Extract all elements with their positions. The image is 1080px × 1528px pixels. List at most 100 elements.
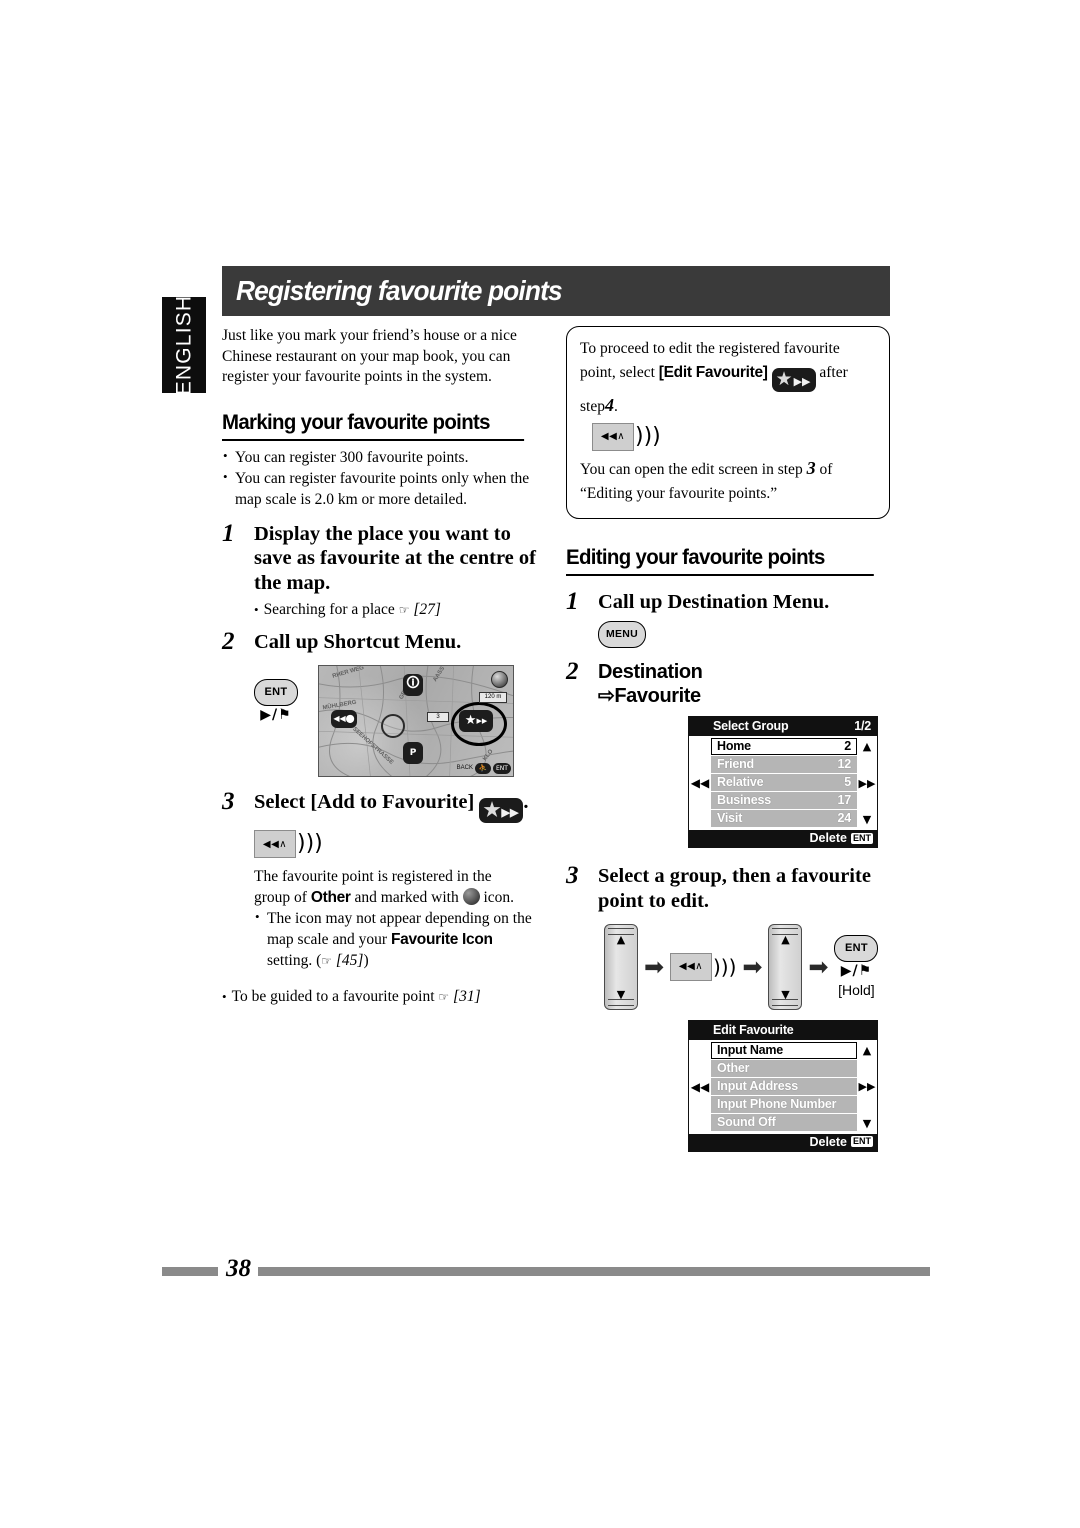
lcd-panel: Edit Favourite ◀◀ Input Name Other Input…	[688, 1019, 878, 1152]
scroll-up-icon[interactable]: ▲	[863, 740, 871, 753]
step2-destination: Destination	[598, 661, 703, 684]
step1-note-text: Searching for a place	[263, 601, 395, 619]
prev-track-key[interactable]: ◀◀∧	[254, 830, 296, 859]
updown-rocker-key-1[interactable]: ▲ ▼	[604, 923, 638, 1010]
map-poi-icon[interactable]: ◀◀⬤	[331, 709, 357, 728]
note-line-4: You can open the edit screen in step 3 o…	[580, 457, 833, 478]
map-ent-icon[interactable]: ENT	[493, 762, 511, 774]
right-arrow-icon: ⇨	[598, 685, 615, 708]
scroll-down-icon[interactable]: ▼	[863, 1117, 871, 1130]
play-flag-icon: ▶/⚑	[260, 706, 292, 723]
lcd-scroll-arrows: ▲ ▶▶ ▼	[857, 1042, 877, 1132]
step3-text-after: .	[523, 790, 529, 813]
trailing-note-text: To be guided to a favourite point	[231, 988, 435, 1006]
list-item[interactable]: Home 2	[711, 738, 857, 756]
editing-step-1: 1 Call up Destination Menu. MENU	[566, 587, 890, 649]
editing-section: Editing your favourite points	[566, 545, 890, 576]
note-line-3: step4.	[580, 394, 618, 415]
star-icon: ★	[775, 368, 793, 390]
list-item[interactable]: Relative 5	[711, 774, 857, 792]
lcd-next-icon[interactable]: ▶▶	[859, 1080, 876, 1093]
step3-key-sequence: ▲ ▼ ➡ ◀◀∧ ))) ➡ ▲ ▼ ➡ ENT ▶/⚑ [Hold]	[598, 923, 890, 1010]
scroll-up-icon[interactable]: ▲	[863, 1044, 871, 1057]
edit-favourite-label: [Edit Favourite]	[658, 363, 768, 381]
delete-label[interactable]: Delete	[809, 1135, 847, 1149]
sequence-arrow-icon: ➡	[808, 952, 829, 981]
map-person-icon[interactable]: ⛹	[475, 762, 491, 774]
step3-subbullet: • The icon may not appear depending on t…	[255, 909, 532, 969]
scroll-down-icon[interactable]: ▼	[863, 813, 871, 826]
sound-wave-icon: )))	[297, 831, 323, 857]
add-to-favourite-icon[interactable]: ★▶▶	[479, 797, 524, 824]
step1-note: Searching for a place ☞ [27]	[254, 600, 540, 621]
manual-page: ENGLISH Registering favourite points Jus…	[0, 0, 1080, 1528]
up-triangle-icon: ▲	[781, 932, 790, 946]
highlight-ring	[451, 701, 507, 746]
ent-chip-icon: ENT	[851, 832, 873, 844]
lcd-page-indicator: 1/2	[854, 719, 871, 734]
lcd-title-bar: Edit Favourite	[689, 1020, 877, 1040]
step-text: Select a group, then a favourite point t…	[598, 865, 871, 912]
lcd-prev-icon[interactable]: ◀◀	[689, 1042, 711, 1132]
lcd-body: ◀◀ Input Name Other Input Address Input …	[689, 1039, 877, 1134]
marking-step-1: 1 Display the place you want to save as …	[222, 520, 540, 621]
compass-icon	[491, 670, 508, 688]
list-item[interactable]: Sound Off	[711, 1113, 857, 1131]
svg-text:AASS: AASS	[432, 666, 446, 683]
prev-track-key-group: ◀◀∧ )))	[670, 952, 736, 981]
step-number: 1	[566, 587, 579, 615]
next-track-icon: ▶▶	[793, 375, 811, 388]
marking-step-3: 3 Select [Add to Favourite] ★▶▶ . ◀◀∧ ))…	[222, 787, 540, 972]
hand-pointer-icon: ☞	[438, 990, 450, 1005]
map-info-icon[interactable]: 🛈	[403, 673, 423, 696]
step-number: 3	[222, 787, 235, 815]
step3-result-line2: group of Other and marked with icon.	[254, 887, 515, 906]
marking-step-2: 2 Call up Shortcut Menu. ENT ▶/⚑ RHER WE…	[222, 628, 540, 777]
list-item[interactable]: Other	[711, 1059, 857, 1077]
page-number: 38	[226, 1255, 251, 1282]
ent-button[interactable]: ENT	[254, 678, 298, 706]
favourite-marker-icon	[462, 887, 480, 905]
list-item[interactable]: Business 17	[711, 792, 857, 810]
sound-wave-icon: )))	[635, 423, 661, 449]
step3-text-before: Select [Add to Favourite]	[254, 790, 475, 813]
lcd-panel: Select Group 1/2 ◀◀ Home 2 Friend 12 Rel…	[688, 716, 878, 849]
language-tab: ENGLISH	[162, 294, 206, 396]
ent-button[interactable]: ENT	[834, 935, 879, 963]
hand-pointer-icon: ☞	[321, 953, 333, 968]
list-item[interactable]: Friend 12	[711, 756, 857, 774]
down-triangle-icon: ▼	[616, 987, 626, 1001]
delete-label[interactable]: Delete	[809, 831, 847, 845]
lcd-row-list: Home 2 Friend 12 Relative 5 Business 17 …	[711, 738, 857, 828]
step2-favourite-line: ⇨Favourite	[598, 684, 890, 708]
sequence-arrow-icon: ➡	[742, 952, 763, 981]
trailing-note: To be guided to a favourite point ☞ [31]	[222, 987, 540, 1008]
updown-rocker-key-2[interactable]: ▲ ▼	[768, 923, 803, 1010]
prev-track-key-group: ◀◀∧ )))	[254, 830, 323, 859]
list-item[interactable]: Input Name	[711, 1041, 857, 1059]
map-softkeys[interactable]: BACK ⛹ ENT	[457, 762, 511, 774]
language-tab-label: ENGLISH	[172, 294, 195, 396]
trailing-note-ref: [31]	[453, 988, 481, 1006]
footer-dash	[162, 1267, 218, 1276]
select-group-screen: Select Group 1/2 ◀◀ Home 2 Friend 12 Rel…	[688, 716, 890, 849]
map-centre-cursor	[381, 713, 405, 738]
note-prev-track-key-group: ◀◀∧ )))	[592, 422, 661, 451]
step-text: Display the place you want to save as fa…	[254, 522, 536, 594]
prev-track-key[interactable]: ◀◀∧	[592, 422, 634, 451]
lcd-title: Select Group	[713, 719, 789, 734]
prev-track-key[interactable]: ◀◀∧	[670, 952, 712, 981]
lcd-next-icon[interactable]: ▶▶	[859, 777, 876, 790]
list-item[interactable]: Input Phone Number	[711, 1095, 857, 1113]
map-parking-icon[interactable]: P	[403, 741, 423, 764]
menu-button[interactable]: MENU	[598, 621, 646, 649]
lcd-prev-icon[interactable]: ◀◀	[689, 738, 711, 828]
list-item[interactable]: Input Address	[711, 1077, 857, 1095]
list-item[interactable]: Visit 24	[711, 810, 857, 828]
note-line-2: point, select [Edit Favourite] ★▶▶ after	[580, 363, 848, 392]
up-triangle-icon: ▲	[616, 932, 626, 946]
ent-key-group: ENT ▶/⚑	[254, 665, 298, 723]
edit-favourite-icon[interactable]: ★▶▶	[771, 367, 816, 392]
svg-text:KLO: KLO	[482, 748, 495, 762]
edit-favourite-screen: Edit Favourite ◀◀ Input Name Other Input…	[688, 1019, 890, 1152]
